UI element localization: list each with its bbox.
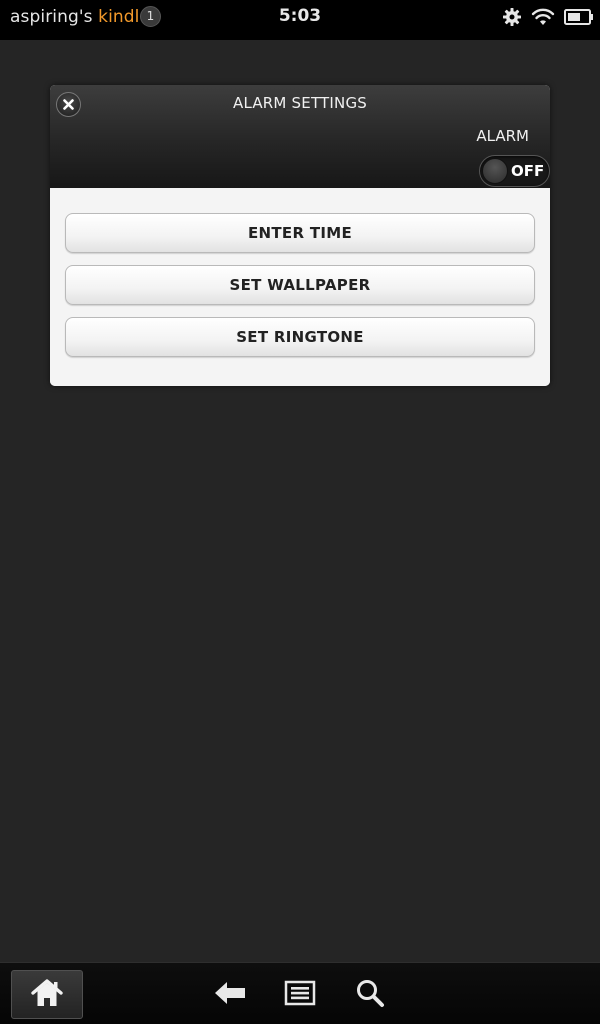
back-button[interactable] <box>210 975 250 1015</box>
set-wallpaper-button[interactable]: SET WALLPAPER <box>65 265 535 305</box>
set-ringtone-button[interactable]: SET RINGTONE <box>65 317 535 357</box>
search-icon <box>355 978 385 1012</box>
device-owner: aspiring's <box>10 7 93 27</box>
wifi-icon[interactable] <box>531 7 555 27</box>
navigation-bar <box>0 962 600 1024</box>
dialog-header: ALARM SETTINGS ALARM OFF <box>50 85 550 188</box>
enter-time-button[interactable]: ENTER TIME <box>65 213 535 253</box>
search-button[interactable] <box>350 975 390 1015</box>
device-name: aspiring's kindle <box>10 7 150 27</box>
status-icons <box>502 5 594 29</box>
dialog-title: ALARM SETTINGS <box>232 94 367 112</box>
menu-button[interactable] <box>280 975 320 1015</box>
toggle-state-label: OFF <box>511 162 545 180</box>
alarm-label: ALARM <box>476 127 529 145</box>
home-button[interactable] <box>11 970 83 1019</box>
dialog-body: ENTER TIME SET WALLPAPER SET RINGTONE <box>50 188 550 386</box>
notification-badge[interactable]: 1 <box>140 6 161 27</box>
home-icon <box>30 978 64 1012</box>
battery-icon[interactable] <box>564 8 594 26</box>
menu-icon <box>284 980 316 1010</box>
status-bar[interactable]: aspiring's kindle 1 5:03 <box>0 0 600 40</box>
gear-icon[interactable] <box>502 7 522 27</box>
back-arrow-icon <box>213 980 247 1010</box>
toggle-knob[interactable] <box>482 158 508 184</box>
alarm-settings-dialog: ALARM SETTINGS ALARM OFF ENTER TIME SET … <box>50 85 550 386</box>
alarm-toggle[interactable]: OFF <box>479 155 550 187</box>
